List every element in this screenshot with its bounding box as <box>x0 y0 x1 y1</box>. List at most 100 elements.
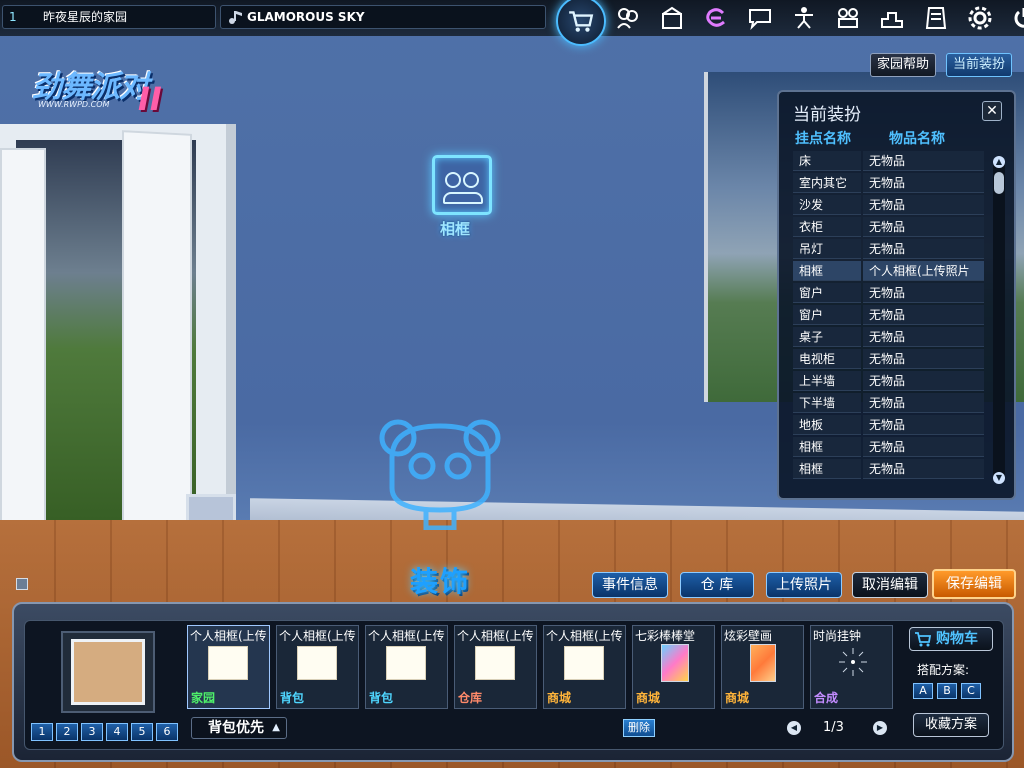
slot-name: 相框 <box>793 459 861 479</box>
item-name: 个人相框(上传 <box>457 629 534 643</box>
item-slot[interactable]: 个人相框(上传 背包 <box>365 625 448 709</box>
cart-icon <box>915 632 932 647</box>
room-info-box: 1 昨夜星辰的家园 <box>2 5 216 29</box>
item-slot[interactable]: 个人相框(上传 商城 <box>543 625 626 709</box>
slot-name: 桌子 <box>793 327 861 347</box>
outfit-row[interactable]: 桌子 无物品 <box>791 326 984 348</box>
item-name: 个人相框(上传 <box>546 629 623 643</box>
cancel-edit-button[interactable]: 取消编辑 <box>852 572 928 598</box>
item-name: 无物品 <box>863 151 984 171</box>
pager: ◀ 1/3 ▶ <box>787 719 887 739</box>
item-slot[interactable]: 七彩棒棒堂 商城 <box>632 625 715 709</box>
photo-frame-hotspot-icon[interactable] <box>432 155 492 215</box>
bottom-edit-panel: 123456 个人相框(上传 家园 个人相框(上传 背包 个人相框(上传 背包 个人相框(上… <box>12 602 1014 762</box>
item-slot[interactable]: 个人相框(上传 背包 <box>276 625 359 709</box>
chat-icon[interactable] <box>738 0 782 36</box>
room-tab[interactable]: 6 <box>156 723 178 741</box>
minimap-toggle[interactable] <box>16 578 28 590</box>
page-indicator: 1/3 <box>823 720 844 735</box>
outfit-row[interactable]: 下半墙 无物品 <box>791 392 984 414</box>
clock-icon <box>839 648 867 676</box>
item-slot[interactable]: 时尚挂钟 合成 <box>810 625 893 709</box>
note-icon[interactable] <box>914 0 958 36</box>
outfit-row[interactable]: 窗户 无物品 <box>791 282 984 304</box>
scroll-down-icon[interactable]: ▼ <box>993 472 1005 484</box>
slot-name: 室内其它 <box>793 173 861 193</box>
outfit-row[interactable]: 床无物品 <box>791 150 984 172</box>
item-name: 个人相框(上传 <box>190 629 267 643</box>
room-tab[interactable]: 4 <box>106 723 128 741</box>
home-help-button[interactable]: 家园帮助 <box>870 53 937 77</box>
save-edit-button[interactable]: 保存编辑 <box>932 569 1016 599</box>
door <box>0 124 260 624</box>
room-tab[interactable]: 5 <box>131 723 153 741</box>
warehouse-button[interactable]: 仓 库 <box>680 572 754 598</box>
couple-icon[interactable] <box>826 0 870 36</box>
favorite-scheme-button[interactable]: 收藏方案 <box>913 713 989 737</box>
outfit-row[interactable]: 电视柜 无物品 <box>791 348 984 370</box>
room-tab[interactable]: 2 <box>56 723 78 741</box>
dancer-icon[interactable] <box>782 0 826 36</box>
scheme-button[interactable]: A <box>913 683 933 699</box>
close-icon[interactable]: ✕ <box>982 101 1002 121</box>
room-name: 昨夜星辰的家园 <box>43 10 128 24</box>
outfit-scrollbar[interactable]: ▲ ▼ <box>993 156 1005 484</box>
gift-box-icon[interactable] <box>650 0 694 36</box>
outfit-row[interactable]: 吊灯 无物品 <box>791 238 984 260</box>
column-item-header: 物品名称 <box>889 131 945 147</box>
item-source: 商城 <box>547 691 572 705</box>
item-name: 无物品 <box>863 305 984 325</box>
item-thumbnail <box>208 646 248 680</box>
room-tab[interactable]: 3 <box>81 723 103 741</box>
item-name: 无物品 <box>863 283 984 303</box>
outfit-list: 床无物品 室内其它 无物品 沙发 无物品 衣柜 无物品 吊灯 无物品 相框 个人相框(上传照片 窗户无… <box>791 150 984 480</box>
room-tab[interactable]: 1 <box>31 723 53 741</box>
scroll-up-icon[interactable]: ▲ <box>993 156 1005 168</box>
outfit-row[interactable]: 相框 无物品 <box>791 436 984 458</box>
power-icon[interactable] <box>1002 0 1024 36</box>
scheme-button[interactable]: C <box>961 683 981 699</box>
item-slot[interactable]: 炫彩壁画 商城 <box>721 625 804 709</box>
outfit-row[interactable]: 上半墙 无物品 <box>791 370 984 392</box>
swirl-e-icon[interactable] <box>694 0 738 36</box>
user-pair-icon[interactable] <box>606 0 650 36</box>
item-thumbnail <box>564 646 604 680</box>
outfit-row[interactable]: 地板 无物品 <box>791 414 984 436</box>
outfit-row[interactable]: 沙发 无物品 <box>791 194 984 216</box>
outfit-row[interactable]: 相框 无物品 <box>791 458 984 480</box>
gear-icon[interactable] <box>958 0 1002 36</box>
item-name: 无物品 <box>863 239 984 259</box>
item-name: 时尚挂钟 <box>813 629 862 643</box>
outfit-row[interactable]: 衣柜 无物品 <box>791 216 984 238</box>
next-page-icon[interactable]: ▶ <box>873 721 887 735</box>
logo-url: WWW.RWPD.COM <box>38 100 110 109</box>
outfit-row[interactable]: 窗户 无物品 <box>791 304 984 326</box>
outfit-row[interactable]: 室内其它 无物品 <box>791 172 984 194</box>
top-menu-icons <box>556 0 1024 46</box>
event-info-button[interactable]: 事件信息 <box>592 572 668 598</box>
game-logo: 劲舞派对 WWW.RWPD.COM II <box>24 56 164 122</box>
slot-name: 衣柜 <box>793 217 861 237</box>
slot-name: 地板 <box>793 415 861 435</box>
item-slot[interactable]: 个人相框(上传 家园 <box>187 625 270 709</box>
sort-dropdown[interactable]: 背包优先 ▲ <box>191 717 287 739</box>
outfit-row[interactable]: 相框 个人相框(上传照片 <box>791 260 984 282</box>
item-thumbnail <box>297 646 337 680</box>
delete-button[interactable]: 删除 <box>623 719 655 737</box>
item-name: 无物品 <box>863 415 984 435</box>
item-thumbnail <box>661 644 689 682</box>
item-source: 商城 <box>725 691 750 705</box>
scheme-button[interactable]: B <box>937 683 957 699</box>
item-name: 无物品 <box>863 195 984 215</box>
item-thumbnail <box>386 646 426 680</box>
prev-page-icon[interactable]: ◀ <box>787 721 801 735</box>
podium-icon[interactable] <box>870 0 914 36</box>
room-minimap[interactable] <box>61 631 155 713</box>
slot-name: 下半墙 <box>793 393 861 413</box>
item-slot[interactable]: 个人相框(上传 仓库 <box>454 625 537 709</box>
current-outfit-button[interactable]: 当前装扮 <box>946 53 1013 77</box>
photo-frame-label: 相框 <box>440 220 471 238</box>
scroll-thumb[interactable] <box>994 172 1004 194</box>
upload-photo-button[interactable]: 上传照片 <box>766 572 842 598</box>
shopping-cart-button[interactable]: 购物车 <box>909 627 993 651</box>
